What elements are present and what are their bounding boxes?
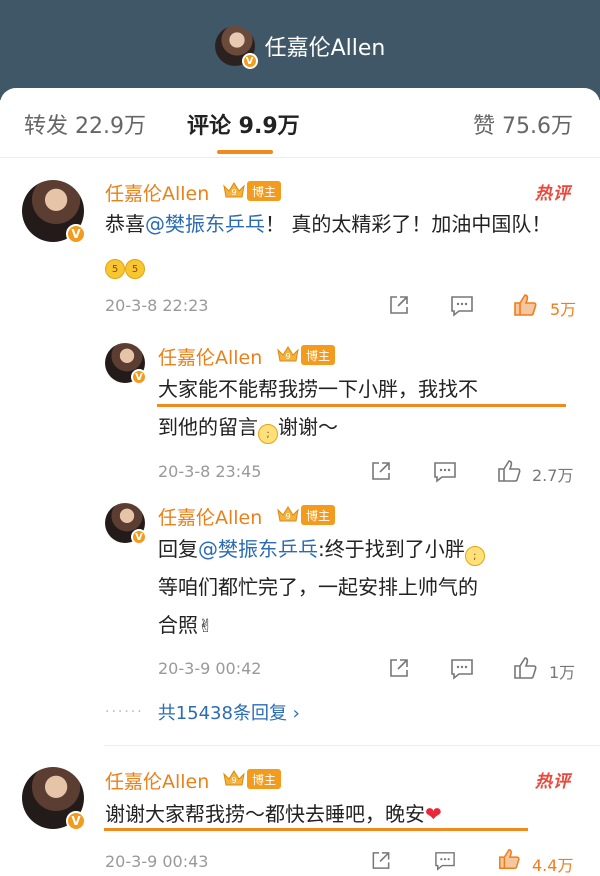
hot-comment-badge: 热评 [535,184,571,204]
comment-time: 20-3-9 00:43 [105,852,209,871]
verified-badge-icon: V [66,811,86,831]
like-count: 1万 [549,663,576,682]
tab-bar: 转发 22.9万 评论 9.9万 赞 75.6万 [0,108,600,144]
comment-text-part: :终于找到了小胖 [318,537,465,561]
comment-username[interactable]: 任嘉伦Allen [105,767,209,794]
comment-text-part: ！ 真的太精彩了！加油中国队！ [265,212,552,236]
comment-username[interactable]: 任嘉伦Allen [105,179,209,206]
comment-text-line: 合照✌ [158,606,578,646]
highlight-underline [104,828,528,831]
verified-badge-icon: V [241,53,258,69]
comment-text: 大家能不能帮我捞一下小胖，我找不 到他的留言; 谢谢～ [158,370,578,446]
avatar[interactable]: V [105,343,147,385]
comment-icon[interactable] [433,851,457,871]
avatar[interactable]: V [22,180,86,244]
comment-time: 20-3-9 00:42 [158,659,262,678]
comment-text-line: 等咱们都忙完了，一起安排上帅气的 [158,575,478,599]
svg-text:9: 9 [285,352,290,361]
like-icon[interactable] [496,458,522,484]
verified-badge-icon: V [131,369,147,385]
svg-text:9: 9 [285,512,290,521]
header-avatar[interactable]: V [214,26,258,69]
blogger-badge: 博主 [301,505,336,525]
comment-text-line: 到他的留言; 谢谢～ [158,408,578,446]
emoji-icon: 5 [125,259,145,279]
comment-icon[interactable] [450,295,474,317]
tab-comments[interactable]: 评论 9.9万 [187,108,300,140]
comment-time: 20-3-8 22:23 [105,296,209,315]
comment-text-part: 谢谢大家帮我捞～都快去睡吧，晚安 [105,802,425,826]
comment-time: 20-3-8 23:45 [158,462,262,481]
crying-emoji-icon: ; [258,424,278,444]
crown-icon: 9 [223,770,245,786]
svg-text:9: 9 [231,776,236,785]
reply-divider [104,745,600,746]
like-count: 5万 [550,300,577,319]
share-icon[interactable] [370,850,392,871]
header-title-group[interactable]: V 任嘉伦Allen [0,26,600,69]
avatar[interactable]: V [22,767,86,831]
active-tab-indicator [217,150,273,154]
comment-text-part: 合照 [158,613,198,637]
comment-text-part: 回复 [158,537,198,561]
blogger-badge: 博主 [247,181,282,201]
comment-text-part: 恭喜 [105,212,145,236]
tab-likes[interactable]: 赞 75.6万 [473,108,573,140]
emoji-icon: 5 [105,259,125,279]
more-replies-link[interactable]: ······ 共15438条回复 › [105,699,300,725]
comment-text: 恭喜@樊振东乒乓！ 真的太精彩了！加油中国队！ 55 [105,205,565,281]
victory-hand-icon: ✌ [198,616,214,637]
share-icon[interactable] [388,657,410,679]
blogger-badge: 博主 [301,345,336,365]
svg-text:9: 9 [231,188,236,197]
like-icon[interactable] [496,847,522,871]
hot-comment-badge: 热评 [535,772,571,792]
comment-text-part: 谢谢～ [278,415,338,439]
comment-text: 回复@樊振东乒乓:终于找到了小胖; 等咱们都忙完了，一起安排上帅气的 合照✌ [158,530,578,646]
comment-text-line: 回复@樊振东乒乓:终于找到了小胖; [158,530,578,568]
share-icon[interactable] [370,460,392,482]
dots-decoration: ······ [105,704,144,720]
comment-text-part: 到他的留言 [158,415,258,439]
blogger-badge: 博主 [247,769,282,789]
mention-link[interactable]: @樊振东乒乓 [198,537,318,561]
tab-reposts[interactable]: 转发 22.9万 [24,108,146,140]
verified-badge-icon: V [66,224,86,244]
comment-username[interactable]: 任嘉伦Allen [158,343,262,370]
header-title: 任嘉伦Allen [264,36,386,61]
more-replies-label: 共15438条回复 › [157,703,300,724]
comment-username[interactable]: 任嘉伦Allen [158,503,262,530]
share-icon[interactable] [388,294,410,316]
crying-emoji-icon: ; [464,546,485,566]
crown-icon: 9 [277,346,299,362]
comment-icon[interactable] [450,658,474,680]
highlight-underline [157,404,566,407]
like-icon[interactable] [512,655,538,681]
comment-text-line: 大家能不能帮我捞一下小胖，我找不 [158,377,478,401]
like-count: 4.4万 [532,856,574,875]
like-count: 2.7万 [532,466,574,485]
comment-icon[interactable] [433,461,457,483]
mention-link[interactable]: @樊振东乒乓 [145,212,265,236]
heart-icon: ❤ [425,802,442,826]
crown-icon: 9 [277,506,299,522]
tab-divider [0,157,600,158]
verified-badge-icon: V [131,529,147,545]
crown-icon: 9 [223,182,245,198]
avatar[interactable]: V [105,503,147,545]
like-icon[interactable] [512,292,538,318]
